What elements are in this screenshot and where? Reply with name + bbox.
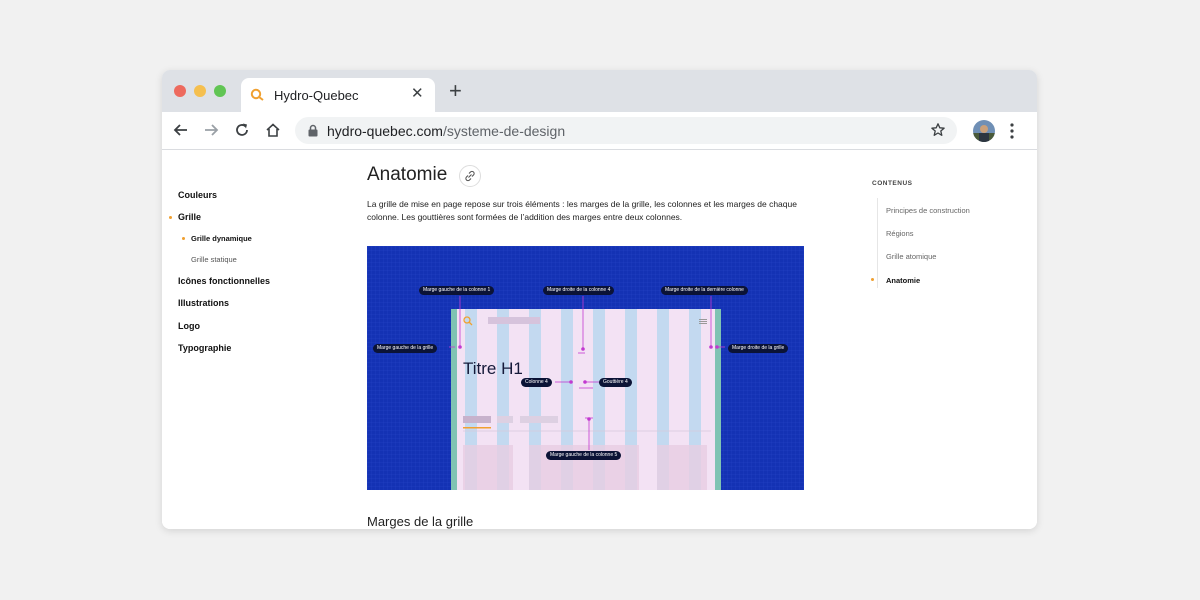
url-text: hydro-quebec.com/systeme-de-design [327,123,565,139]
section-heading: Marges de la grille [367,514,474,529]
link-icon [465,170,475,182]
sidebar-sub-grille-dynamique[interactable]: Grille dynamique [191,234,252,243]
label-grid-left: Marge gauche de la grille [373,344,438,353]
tab-bar: Hydro-Quebec ✕ + [162,70,1037,112]
sidebar-item-typographie[interactable]: Typographie [178,343,231,353]
toc-item-principes[interactable]: Principes de construction [886,206,970,215]
label-col4-right: Marge droite de la colonne 4 [543,286,615,295]
label-last-right: Marge droite de la dernière colonne [661,286,748,295]
label-col1-left: Marge gauche de la colonne 1 [419,286,495,295]
avatar-icon [973,120,995,142]
page-content: Couleurs Grille Grille dynamique Grille … [162,150,1037,529]
label-gutter4: Gouttière 4 [599,378,632,387]
grid-anatomy-figure: Titre H1 Marge gauche de la colonne 1 Ma… [367,246,804,490]
active-sub-bullet [182,237,185,240]
sidebar-item-logo[interactable]: Logo [178,321,200,331]
label-column4: Colonne 4 [521,378,552,387]
close-window-button[interactable] [174,85,186,97]
sidebar-sub-grille-statique[interactable]: Grille statique [191,255,237,264]
page-title: Anatomie [367,164,448,185]
label-grid-right: Marge droite de la grille [728,344,789,353]
toc-heading: CONTENUS [872,180,913,187]
sidebar-item-grille[interactable]: Grille [178,212,201,222]
url-host: hydro-quebec.com [327,123,443,139]
active-bullet [169,216,172,219]
profile-avatar[interactable] [973,120,995,142]
home-icon[interactable] [264,121,282,139]
more-menu-icon[interactable] [1010,123,1014,139]
bookmark-star-icon[interactable] [930,122,946,138]
browser-window: Hydro-Quebec ✕ + hydro-quebec.com/system… [162,70,1037,529]
toc-active-bullet [871,278,874,281]
reload-icon[interactable] [233,121,251,139]
page-description: La grille de mise en page repose sur tro… [367,199,797,222]
new-tab-button[interactable]: + [449,80,462,102]
copy-link-button[interactable] [459,165,481,187]
toc-rail [877,198,878,288]
forward-icon[interactable] [202,121,220,139]
tab-close-icon[interactable]: ✕ [411,84,424,104]
browser-toolbar: hydro-quebec.com/systeme-de-design [162,112,1037,150]
url-path: /systeme-de-design [442,123,566,139]
toc-item-regions[interactable]: Régions [886,229,914,238]
diagram-title-h1: Titre H1 [463,359,523,378]
address-bar[interactable]: hydro-quebec.com/systeme-de-design [295,117,957,144]
toc-item-anatomie[interactable]: Anatomie [886,276,920,285]
browser-tab[interactable]: Hydro-Quebec ✕ [241,78,435,112]
minimize-window-button[interactable] [194,85,206,97]
sidebar-item-couleurs[interactable]: Couleurs [178,190,217,200]
lock-icon [308,124,318,137]
sidebar-item-illustrations[interactable]: Illustrations [178,298,229,308]
toc-item-grille-atomique[interactable]: Grille atomique [886,252,936,261]
sidebar-item-icones[interactable]: Icônes fonctionnelles [178,276,270,286]
label-col5-left: Marge gauche de la colonne 5 [546,451,622,460]
hydro-quebec-logo-icon [250,88,264,101]
maximize-window-button[interactable] [214,85,226,97]
back-icon[interactable] [172,121,190,139]
tab-title: Hydro-Quebec [274,88,359,103]
